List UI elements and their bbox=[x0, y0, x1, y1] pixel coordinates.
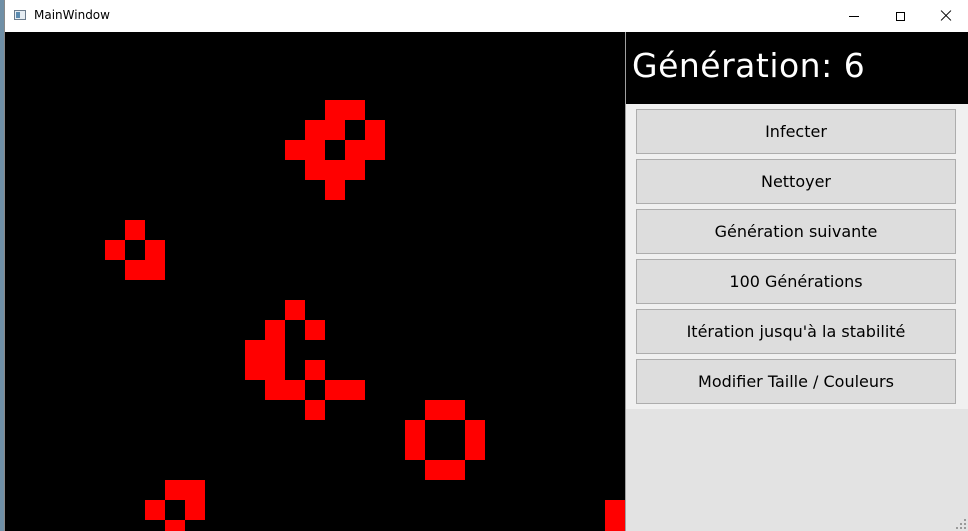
live-cell[interactable] bbox=[265, 320, 285, 340]
live-cell[interactable] bbox=[165, 480, 185, 500]
live-cell[interactable] bbox=[365, 140, 385, 160]
live-cell[interactable] bbox=[125, 220, 145, 240]
live-cell[interactable] bbox=[305, 360, 325, 380]
live-cell[interactable] bbox=[245, 360, 265, 380]
resize-grip[interactable] bbox=[956, 519, 966, 529]
live-cell[interactable] bbox=[405, 440, 425, 460]
live-cell[interactable] bbox=[445, 460, 465, 480]
life-grid[interactable] bbox=[5, 32, 625, 531]
generation-label: Génération: 6 bbox=[632, 46, 866, 85]
live-cell[interactable] bbox=[145, 240, 165, 260]
live-cell[interactable] bbox=[465, 420, 485, 440]
live-cell[interactable] bbox=[465, 440, 485, 460]
live-cell[interactable] bbox=[345, 160, 365, 180]
control-panel: Génération: 6 Infecter Nettoyer Générati… bbox=[625, 32, 968, 531]
live-cell[interactable] bbox=[185, 500, 205, 520]
live-cell[interactable] bbox=[425, 460, 445, 480]
live-cell[interactable] bbox=[285, 140, 305, 160]
close-icon bbox=[940, 10, 952, 22]
live-cell[interactable] bbox=[285, 380, 305, 400]
generation-header: Génération: 6 bbox=[626, 32, 968, 104]
modify-size-colors-button[interactable]: Modifier Taille / Couleurs bbox=[636, 359, 956, 404]
live-cell[interactable] bbox=[265, 340, 285, 360]
maximize-icon bbox=[895, 11, 905, 21]
live-cell[interactable] bbox=[145, 260, 165, 280]
live-cell[interactable] bbox=[165, 520, 185, 531]
hundred-generations-button[interactable]: 100 Générations bbox=[636, 259, 956, 304]
live-cell[interactable] bbox=[325, 120, 345, 140]
main-window: MainWindow Génération: 6 Infecter Nettoy… bbox=[4, 0, 968, 531]
live-cell[interactable] bbox=[605, 500, 625, 520]
live-cell[interactable] bbox=[145, 500, 165, 520]
live-cell[interactable] bbox=[345, 100, 365, 120]
live-cell[interactable] bbox=[365, 120, 385, 140]
next-generation-button[interactable]: Génération suivante bbox=[636, 209, 956, 254]
button-stack: Infecter Nettoyer Génération suivante 10… bbox=[626, 104, 968, 409]
live-cell[interactable] bbox=[345, 380, 365, 400]
live-cell[interactable] bbox=[305, 400, 325, 420]
live-cell[interactable] bbox=[445, 400, 465, 420]
live-cell[interactable] bbox=[305, 120, 325, 140]
live-cell[interactable] bbox=[325, 380, 345, 400]
iterate-until-stable-button[interactable]: Itération jusqu'à la stabilité bbox=[636, 309, 956, 354]
live-cell[interactable] bbox=[345, 140, 365, 160]
title-bar[interactable]: MainWindow bbox=[5, 0, 968, 32]
live-cell[interactable] bbox=[605, 520, 625, 531]
live-cell[interactable] bbox=[125, 260, 145, 280]
live-cell[interactable] bbox=[285, 300, 305, 320]
infect-button[interactable]: Infecter bbox=[636, 109, 956, 154]
close-button[interactable] bbox=[923, 0, 968, 32]
clean-button[interactable]: Nettoyer bbox=[636, 159, 956, 204]
live-cell[interactable] bbox=[305, 160, 325, 180]
client-area: Génération: 6 Infecter Nettoyer Générati… bbox=[5, 32, 968, 531]
live-cell[interactable] bbox=[185, 480, 205, 500]
window-title: MainWindow bbox=[34, 8, 110, 22]
live-cell[interactable] bbox=[265, 360, 285, 380]
live-cell[interactable] bbox=[265, 380, 285, 400]
live-cell[interactable] bbox=[245, 340, 265, 360]
live-cell[interactable] bbox=[105, 240, 125, 260]
minimize-button[interactable] bbox=[831, 0, 877, 32]
live-cell[interactable] bbox=[305, 140, 325, 160]
app-icon bbox=[14, 10, 26, 20]
live-cell[interactable] bbox=[325, 100, 345, 120]
live-cell[interactable] bbox=[325, 160, 345, 180]
live-cell[interactable] bbox=[305, 320, 325, 340]
minimize-icon bbox=[849, 15, 859, 17]
live-cell[interactable] bbox=[405, 420, 425, 440]
live-cell[interactable] bbox=[425, 400, 445, 420]
live-cell[interactable] bbox=[325, 180, 345, 200]
maximize-button[interactable] bbox=[877, 0, 923, 32]
